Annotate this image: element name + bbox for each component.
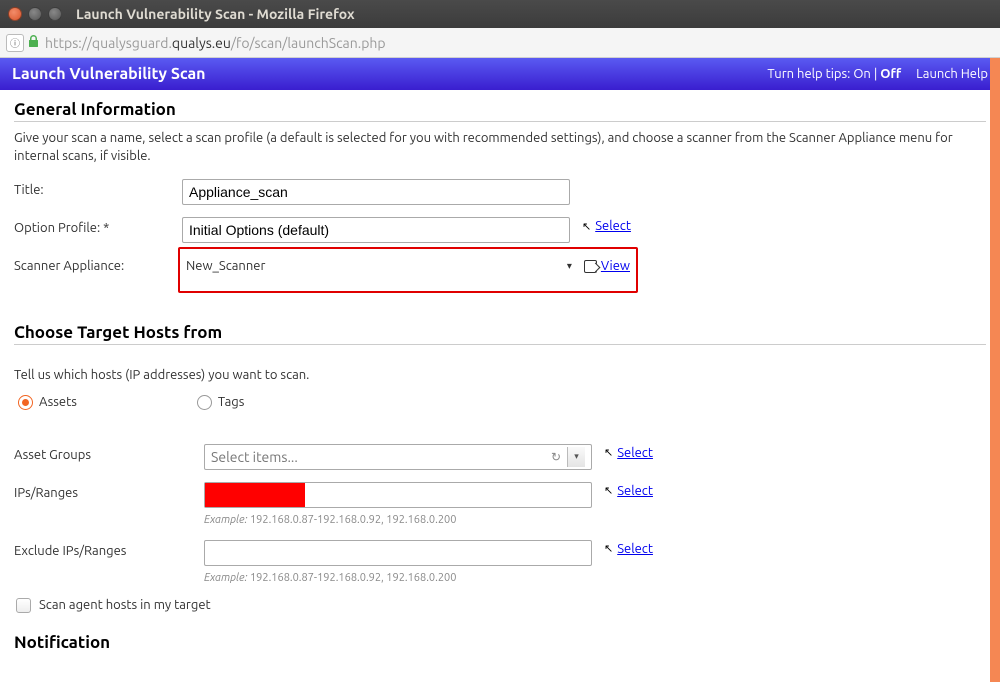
asset-groups-select[interactable]: Select items... ↻ ▾ bbox=[204, 444, 592, 470]
label-scanner: Scanner Appliance: bbox=[14, 255, 182, 273]
header-actions: Turn help tips: On | Off Launch Help bbox=[767, 67, 988, 81]
window-maximize-button[interactable] bbox=[48, 7, 62, 21]
window-title: Launch Vulnerability Scan - Mozilla Fire… bbox=[76, 6, 355, 22]
radio-icon bbox=[18, 395, 33, 410]
ips-example: Example: 192.168.0.87-192.168.0.92, 192.… bbox=[204, 514, 986, 526]
tips-on-link[interactable]: On bbox=[853, 67, 871, 81]
select-exclude-link[interactable]: Select bbox=[617, 542, 653, 556]
scan-agent-label: Scan agent hosts in my target bbox=[39, 598, 211, 612]
refresh-icon[interactable]: ↻ bbox=[551, 450, 561, 464]
site-info-icon[interactable]: ⓘ bbox=[6, 34, 24, 52]
launch-help-link[interactable]: Launch Help bbox=[916, 67, 988, 81]
radio-assets[interactable]: Assets bbox=[18, 395, 77, 410]
section-hosts-desc: Tell us which hosts (IP addresses) you w… bbox=[14, 367, 986, 385]
page-title: Launch Vulnerability Scan bbox=[12, 65, 206, 83]
pointer-icon: ↖ bbox=[604, 446, 613, 459]
target-type-radio-group: Assets Tags bbox=[14, 395, 986, 410]
section-notification-heading: Notification bbox=[14, 633, 986, 654]
select-ips-link[interactable]: Select bbox=[617, 484, 653, 498]
label-exclude-ips: Exclude IPs/Ranges bbox=[14, 540, 204, 558]
radio-tags[interactable]: Tags bbox=[197, 395, 245, 410]
window-titlebar: Launch Vulnerability Scan - Mozilla Fire… bbox=[0, 0, 1000, 28]
pointer-icon: ↖ bbox=[604, 542, 613, 555]
lock-icon bbox=[28, 35, 39, 50]
pointer-icon: ↖ bbox=[582, 220, 591, 233]
chevron-down-icon: ▾ bbox=[567, 260, 572, 272]
redacted-block bbox=[205, 483, 305, 507]
chevron-down-icon[interactable]: ▾ bbox=[567, 447, 585, 467]
browser-urlbar[interactable]: ⓘ https://qualysguard.qualys.eu/fo/scan/… bbox=[0, 28, 1000, 58]
label-title: Title: bbox=[14, 179, 182, 197]
select-profile-link[interactable]: Select bbox=[595, 219, 631, 233]
scanner-highlight-box: New_Scanner ▾ View bbox=[178, 247, 638, 293]
row-title: Title: bbox=[14, 179, 986, 205]
select-asset-groups-link[interactable]: Select bbox=[617, 446, 653, 460]
option-profile-input[interactable] bbox=[182, 217, 570, 243]
row-scan-agent: Scan agent hosts in my target bbox=[14, 598, 986, 613]
scrollbar[interactable] bbox=[990, 58, 1000, 682]
row-ips: IPs/Ranges ↖ Select bbox=[14, 482, 986, 508]
pointer-icon: ↖ bbox=[604, 484, 613, 497]
title-input[interactable] bbox=[182, 179, 570, 205]
scan-agent-checkbox[interactable] bbox=[16, 598, 31, 613]
scanner-select[interactable]: New_Scanner ▾ bbox=[186, 259, 572, 273]
page-header: Launch Vulnerability Scan Turn help tips… bbox=[0, 58, 1000, 90]
label-option-profile: Option Profile: * bbox=[14, 217, 182, 235]
label-ips: IPs/Ranges bbox=[14, 482, 204, 500]
window-minimize-button[interactable] bbox=[28, 7, 42, 21]
exclude-example: Example: 192.168.0.87-192.168.0.92, 192.… bbox=[204, 572, 986, 584]
label-asset-groups: Asset Groups bbox=[14, 444, 204, 462]
tips-off-link[interactable]: Off bbox=[880, 67, 901, 81]
view-scanner-link[interactable]: View bbox=[601, 259, 630, 273]
row-option-profile: Option Profile: * ↖ Select bbox=[14, 217, 986, 243]
row-exclude-ips: Exclude IPs/Ranges ↖ Select bbox=[14, 540, 986, 566]
section-hosts-heading: Choose Target Hosts from bbox=[14, 323, 986, 345]
view-icon bbox=[584, 260, 597, 273]
url-text: https://qualysguard.qualys.eu/fo/scan/la… bbox=[45, 35, 386, 51]
row-asset-groups: Asset Groups Select items... ↻ ▾ ↖ Selec… bbox=[14, 444, 986, 470]
section-general-heading: General Information bbox=[14, 100, 986, 122]
window-close-button[interactable] bbox=[8, 7, 22, 21]
exclude-ips-input[interactable] bbox=[204, 540, 592, 566]
section-general-desc: Give your scan a name, select a scan pro… bbox=[14, 130, 986, 165]
radio-icon bbox=[197, 395, 212, 410]
